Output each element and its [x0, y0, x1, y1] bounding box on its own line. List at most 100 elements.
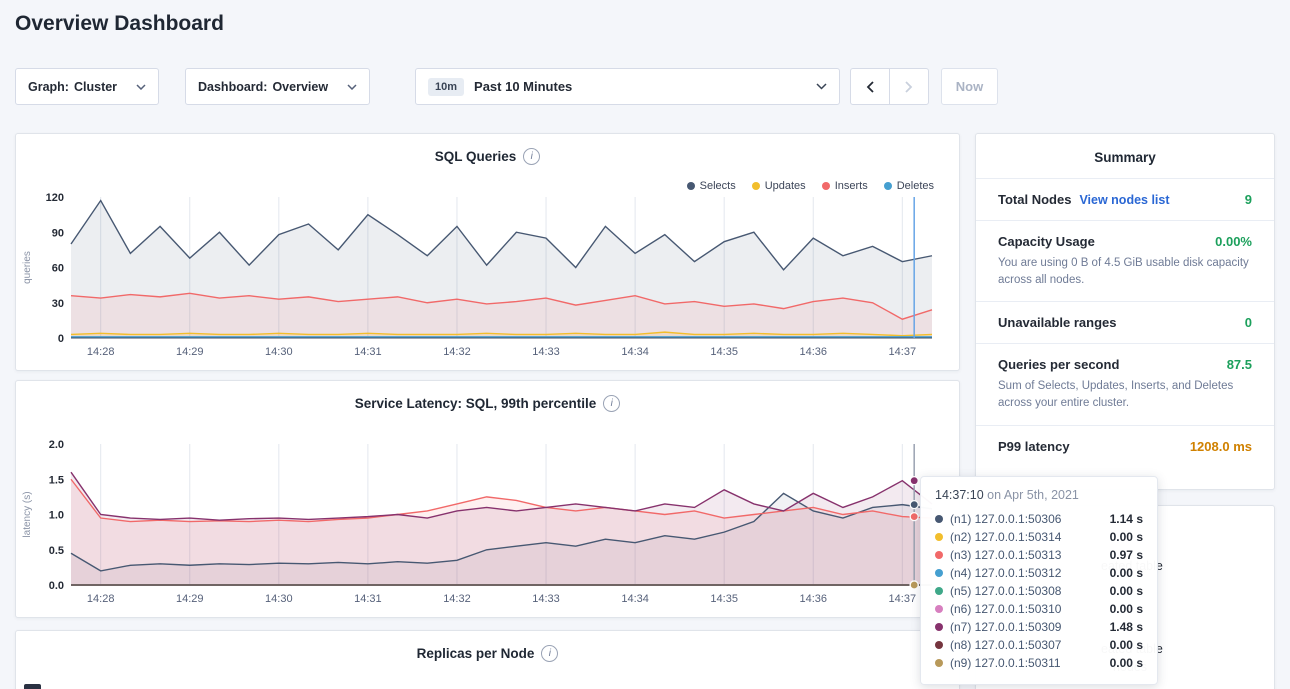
summary-row-value: 0: [1245, 315, 1252, 330]
time-next-button[interactable]: [889, 68, 929, 105]
svg-text:60: 60: [52, 263, 64, 275]
legend-item-updates[interactable]: Updates: [752, 180, 806, 192]
replicas-per-node-card: Replicas per Node i: [15, 630, 960, 689]
time-range-label: Past 10 Minutes: [474, 79, 572, 94]
node-color-dot: [935, 623, 943, 631]
summary-row-label: Unavailable ranges: [998, 315, 1117, 330]
tooltip-node-row: (n6) 127.0.0.1:50310 0.00 s: [935, 600, 1143, 618]
dashboard-dropdown-value: Overview: [272, 80, 328, 94]
summary-row-label: Queries per second: [998, 357, 1119, 372]
legend-label: Updates: [765, 180, 806, 192]
chart-title: Replicas per Node: [417, 646, 535, 661]
summary-row-p99-latency: P99 latency 1208.0 ms: [976, 425, 1274, 467]
svg-text:1.5: 1.5: [49, 474, 64, 486]
clipped-axis-label: [24, 684, 41, 689]
tooltip-node-value: 0.97 s: [1110, 548, 1143, 562]
svg-text:queries: queries: [22, 251, 33, 284]
info-icon[interactable]: i: [541, 645, 558, 662]
tooltip-node-row: (n8) 127.0.0.1:503070.00 s: [935, 636, 1143, 654]
svg-text:14:28: 14:28: [87, 593, 115, 605]
node-color-dot: [935, 569, 943, 577]
chevron-down-icon: [816, 83, 827, 90]
svg-text:14:32: 14:32: [443, 346, 471, 358]
time-prev-button[interactable]: [850, 68, 890, 105]
view-nodes-list-link[interactable]: View nodes list: [1079, 193, 1169, 207]
legend-label: Selects: [700, 180, 736, 192]
legend-label: Inserts: [835, 180, 868, 192]
tooltip-node-label: (n1) 127.0.0.1:50306: [950, 512, 1061, 526]
graph-dropdown-value: Cluster: [74, 80, 117, 94]
tooltip-node-label: (n6) 127.0.0.1:50310: [950, 602, 1061, 616]
summary-row-caption: Sum of Selects, Updates, Inserts, and De…: [998, 378, 1252, 411]
tooltip-node-value: 0.00 s: [1110, 566, 1143, 580]
chart-title: SQL Queries: [435, 149, 517, 164]
summary-row-value: 1208.0 ms: [1190, 439, 1252, 454]
node-color-dot: [935, 551, 943, 559]
info-icon[interactable]: i: [523, 148, 540, 165]
svg-text:14:35: 14:35: [710, 593, 738, 605]
chevron-down-icon: [347, 84, 357, 90]
node-color-dot: [935, 533, 943, 541]
legend-item-inserts[interactable]: Inserts: [822, 180, 868, 192]
summary-row-label: P99 latency: [998, 439, 1070, 454]
sql-queries-chart[interactable]: 14:2814:2914:3014:3114:3214:3314:3414:35…: [17, 192, 958, 364]
tooltip-node-value: 0.00 s: [1110, 602, 1143, 616]
chevron-down-icon: [136, 84, 146, 90]
summary-row-value: 9: [1245, 192, 1252, 207]
svg-text:14:32: 14:32: [443, 593, 471, 605]
tooltip-node-value: 0.00 s: [1110, 530, 1143, 544]
chart-title: Service Latency: SQL, 99th percentile: [355, 396, 597, 411]
svg-text:14:31: 14:31: [354, 346, 382, 358]
dashboard-dropdown[interactable]: Dashboard: Overview: [185, 68, 370, 105]
tooltip-date: on Apr 5th, 2021: [984, 488, 1079, 502]
svg-text:14:34: 14:34: [621, 346, 649, 358]
svg-text:30: 30: [52, 298, 64, 310]
time-range-selector[interactable]: 10m Past 10 Minutes: [415, 68, 840, 105]
tooltip-node-row: (n2) 127.0.0.1:503140.00 s: [935, 528, 1143, 546]
svg-text:0.0: 0.0: [49, 580, 64, 592]
tooltip-node-value: 0.00 s: [1110, 638, 1143, 652]
node-color-dot: [935, 641, 943, 649]
svg-text:2.0: 2.0: [49, 439, 64, 451]
svg-text:1.0: 1.0: [49, 510, 64, 522]
tooltip-node-value: 0.00 s: [1110, 656, 1143, 670]
sql-queries-title-row: SQL Queries i: [16, 148, 959, 165]
summary-row-label: Capacity Usage: [998, 234, 1095, 249]
svg-text:0: 0: [58, 333, 64, 345]
tooltip-node-row: (n9) 127.0.0.1:503110.00 s: [935, 654, 1143, 672]
summary-row-total-nodes: Total Nodes View nodes list 9: [976, 178, 1274, 220]
service-latency-chart[interactable]: 14:2814:2914:3014:3114:3214:3314:3414:35…: [17, 439, 958, 611]
tooltip-timestamp: 14:37:10 on Apr 5th, 2021: [935, 488, 1143, 502]
service-latency-card: Service Latency: SQL, 99th percentile i …: [15, 380, 960, 618]
tooltip-node-row: (n1) 127.0.0.1:50306 1.14 s: [935, 510, 1143, 528]
graph-scope-dropdown[interactable]: Graph: Cluster: [15, 68, 159, 105]
summary-row-value: 0.00%: [1215, 234, 1252, 249]
tooltip-node-row: (n4) 127.0.0.1:503120.00 s: [935, 564, 1143, 582]
svg-text:14:36: 14:36: [799, 593, 827, 605]
svg-text:14:31: 14:31: [354, 593, 382, 605]
dashboard-dropdown-label: Dashboard:: [198, 80, 267, 94]
legend-item-selects[interactable]: Selects: [687, 180, 736, 192]
now-button[interactable]: Now: [941, 68, 998, 105]
summary-row-label: Total Nodes: [998, 192, 1071, 207]
tooltip-node-value: 1.48 s: [1110, 620, 1143, 634]
node-color-dot: [935, 515, 943, 523]
service-latency-title-row: Service Latency: SQL, 99th percentile i: [16, 395, 959, 412]
tooltip-node-value: 1.14 s: [1110, 512, 1143, 526]
svg-text:14:29: 14:29: [176, 593, 204, 605]
time-range-badge: 10m: [428, 78, 464, 96]
svg-text:14:28: 14:28: [87, 346, 115, 358]
tooltip-node-label: (n5) 127.0.0.1:50308: [950, 584, 1061, 598]
now-button-label: Now: [956, 79, 983, 94]
svg-text:14:34: 14:34: [621, 593, 649, 605]
sql-queries-card: SQL Queries i Selects Updates Inserts De…: [15, 133, 960, 371]
tooltip-node-row: (n7) 127.0.0.1:50309 1.48 s: [935, 618, 1143, 636]
summary-row-value: 87.5: [1227, 357, 1252, 372]
tooltip-time: 14:37:10: [935, 488, 984, 502]
svg-text:14:29: 14:29: [176, 346, 204, 358]
tooltip-node-row: (n3) 127.0.0.1:503130.97 s: [935, 546, 1143, 564]
info-icon[interactable]: i: [603, 395, 620, 412]
legend-item-deletes[interactable]: Deletes: [884, 180, 934, 192]
tooltip-node-label: (n7) 127.0.0.1:50309: [950, 620, 1061, 634]
sql-queries-legend: Selects Updates Inserts Deletes: [687, 180, 934, 192]
